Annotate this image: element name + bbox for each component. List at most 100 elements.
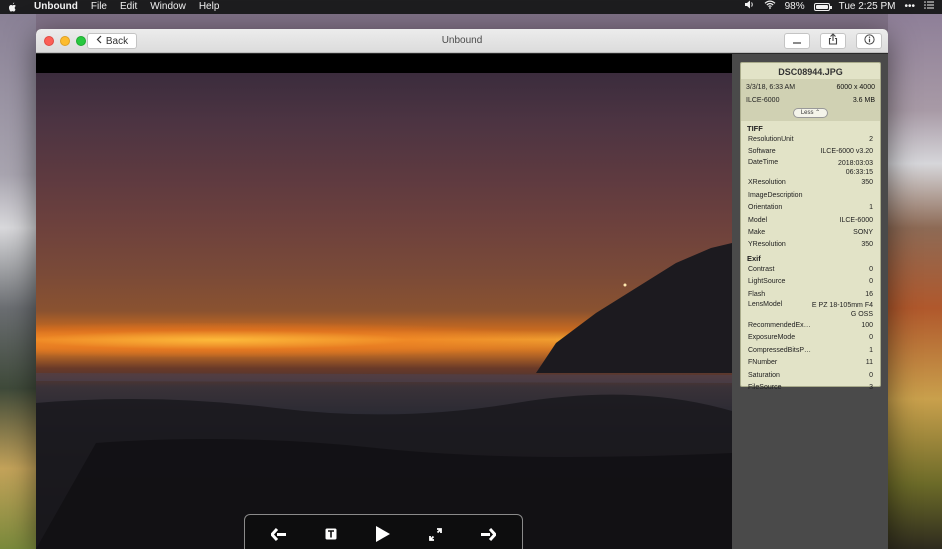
metadata-value: 350 (861, 241, 873, 249)
menu-app-name[interactable]: Unbound (34, 0, 78, 14)
sidebar: DSC08944.JPG 3/3/18, 6:33 AM 6000 x 4000… (732, 54, 888, 549)
exif-list: Contrast 0 LightSource 0 Flash 16 LensModel E P… (741, 263, 880, 394)
menu-edit[interactable]: Edit (120, 0, 137, 14)
metadata-value: ILCE-6000 (839, 216, 873, 224)
desktop-wallpaper-left (0, 14, 36, 549)
metadata-key: Flash (748, 290, 766, 298)
metadata-row[interactable]: XResolution 350 (741, 177, 880, 189)
metadata-key: LensModel (748, 301, 783, 309)
metadata-row[interactable]: Software ILCE-6000 v3.20 (741, 145, 880, 157)
clock[interactable]: Tue 2:25 PM (839, 0, 896, 14)
title-bar[interactable]: Back Unbound (36, 29, 888, 53)
file-size: 3.6 MB (852, 97, 875, 104)
metadata-value: 16 (865, 290, 873, 298)
tiff-section-header: TIFF (747, 124, 763, 133)
text-overlay-icon[interactable] (320, 523, 342, 545)
metadata-row[interactable]: LensModel E PZ 18-105mm F4 G OSS (741, 300, 880, 319)
metadata-key: DateTime (748, 158, 779, 166)
metadata-value: 100 (861, 321, 873, 329)
metadata-key: YResolution (748, 241, 786, 249)
share-button[interactable] (820, 33, 846, 49)
metadata-row[interactable]: Flash 16 (741, 288, 880, 300)
metadata-key: LightSource (748, 278, 786, 286)
image-dimensions: 6000 x 4000 (836, 84, 875, 91)
desktop-wallpaper-right (888, 14, 942, 549)
volume-icon[interactable] (744, 0, 755, 14)
battery-icon[interactable] (813, 3, 832, 11)
camera-model: ILCE-6000 (746, 97, 780, 104)
metadata-key: ImageDescription (748, 191, 803, 199)
metadata-row[interactable]: Orientation 1 (741, 202, 880, 214)
wifi-icon[interactable] (764, 0, 776, 14)
info-icon (863, 32, 875, 50)
metadata-row[interactable]: CompressedBitsP… 1 (741, 344, 880, 356)
menu-file[interactable]: File (91, 0, 107, 14)
more-icon[interactable]: ••• (904, 0, 915, 14)
metadata-key: Saturation (748, 371, 780, 379)
metadata-key: Orientation (748, 204, 783, 212)
metadata-row[interactable]: ResolutionUnit 2 (741, 133, 880, 145)
metadata-key: FNumber (748, 359, 778, 367)
metadata-value: 1 (869, 204, 873, 212)
battery-percent: 98% (784, 1, 805, 12)
metadata-key: ResolutionUnit (748, 135, 794, 143)
info-panel: DSC08944.JPG 3/3/18, 6:33 AM 6000 x 4000… (740, 62, 881, 391)
metadata-row[interactable]: FileSource 3 (741, 381, 880, 393)
metadata-value: 0 (869, 371, 873, 379)
metadata-value: 0 (869, 278, 873, 286)
metadata-value: 2018:03:03 06:33:15 (837, 159, 873, 176)
menu-window[interactable]: Window (150, 0, 186, 14)
fullscreen-icon[interactable] (425, 523, 447, 545)
metadata-row[interactable]: YResolution 350 (741, 239, 880, 251)
next-arrow-icon[interactable] (477, 523, 499, 545)
metadata-value: E PZ 18-105mm F4 G OSS (811, 302, 873, 319)
metadata-row[interactable]: Contrast 0 (741, 263, 880, 275)
metadata-value: 11 (865, 359, 873, 367)
menu-bar: Unbound File Edit Window Help 98% Tue 2:… (0, 0, 942, 14)
metadata-key: Model (748, 216, 768, 224)
share-icon (828, 32, 838, 50)
minus-button[interactable] (784, 33, 810, 49)
file-name: DSC08944.JPG (778, 67, 843, 77)
metadata-key: XResolution (748, 179, 786, 187)
metadata-row[interactable]: FNumber 11 (741, 356, 880, 368)
minus-icon (792, 32, 802, 50)
file-summary: 3/3/18, 6:33 AM 6000 x 4000 ILCE-6000 3.… (741, 79, 880, 121)
metadata-row[interactable]: Make SONY (741, 226, 880, 238)
exif-section-header: Exif (747, 254, 761, 264)
metadata-value: 350 (861, 179, 873, 187)
metadata-key: CompressedBitsP… (748, 346, 812, 354)
metadata-row[interactable]: ExposureMode 0 (741, 332, 880, 344)
metadata-value: SONY (853, 229, 873, 237)
metadata-key: FileSource (748, 383, 782, 391)
metadata-key: Make (748, 229, 766, 237)
photo-viewer[interactable] (36, 54, 732, 549)
window-title: Unbound (441, 35, 483, 46)
metadata-key: RecommendedEx… (748, 321, 811, 329)
menu-help[interactable]: Help (199, 0, 220, 14)
info-button[interactable] (856, 33, 882, 49)
metadata-value: 1 (869, 346, 873, 354)
metadata-row[interactable]: LightSource 0 (741, 276, 880, 288)
tiff-list: ResolutionUnit 2 Software ILCE-6000 v3.20 Da… (741, 133, 880, 251)
apple-icon[interactable] (8, 2, 18, 13)
metadata-row[interactable]: ImageDescription (741, 189, 880, 201)
app-window: Back Unbound DSC08944.JPG 3/3/18, 6:33 A… (36, 29, 888, 549)
metadata-row[interactable]: Saturation 0 (741, 369, 880, 381)
previous-arrow-icon[interactable] (268, 523, 290, 545)
metadata-row[interactable]: DateTime 2018:03:03 06:33:15 (741, 158, 880, 177)
less-button[interactable]: Less ⌃ (792, 108, 829, 118)
metadata-key: Software (748, 148, 776, 156)
metadata-value: 3 (869, 383, 873, 391)
headland-silhouette (36, 243, 732, 549)
metadata-key: ExposureMode (748, 334, 796, 342)
metadata-row[interactable]: RecommendedEx… 100 (741, 319, 880, 331)
metadata-row[interactable]: Model ILCE-6000 (741, 214, 880, 226)
sunset-photo (36, 73, 732, 549)
metadata-value: 0 (869, 334, 873, 342)
play-icon[interactable] (372, 523, 394, 545)
metadata-value: ILCE-6000 v3.20 (820, 148, 873, 156)
metadata-value: 0 (869, 265, 873, 273)
capture-date: 3/3/18, 6:33 AM (746, 84, 796, 91)
notification-list-icon[interactable] (924, 0, 934, 14)
